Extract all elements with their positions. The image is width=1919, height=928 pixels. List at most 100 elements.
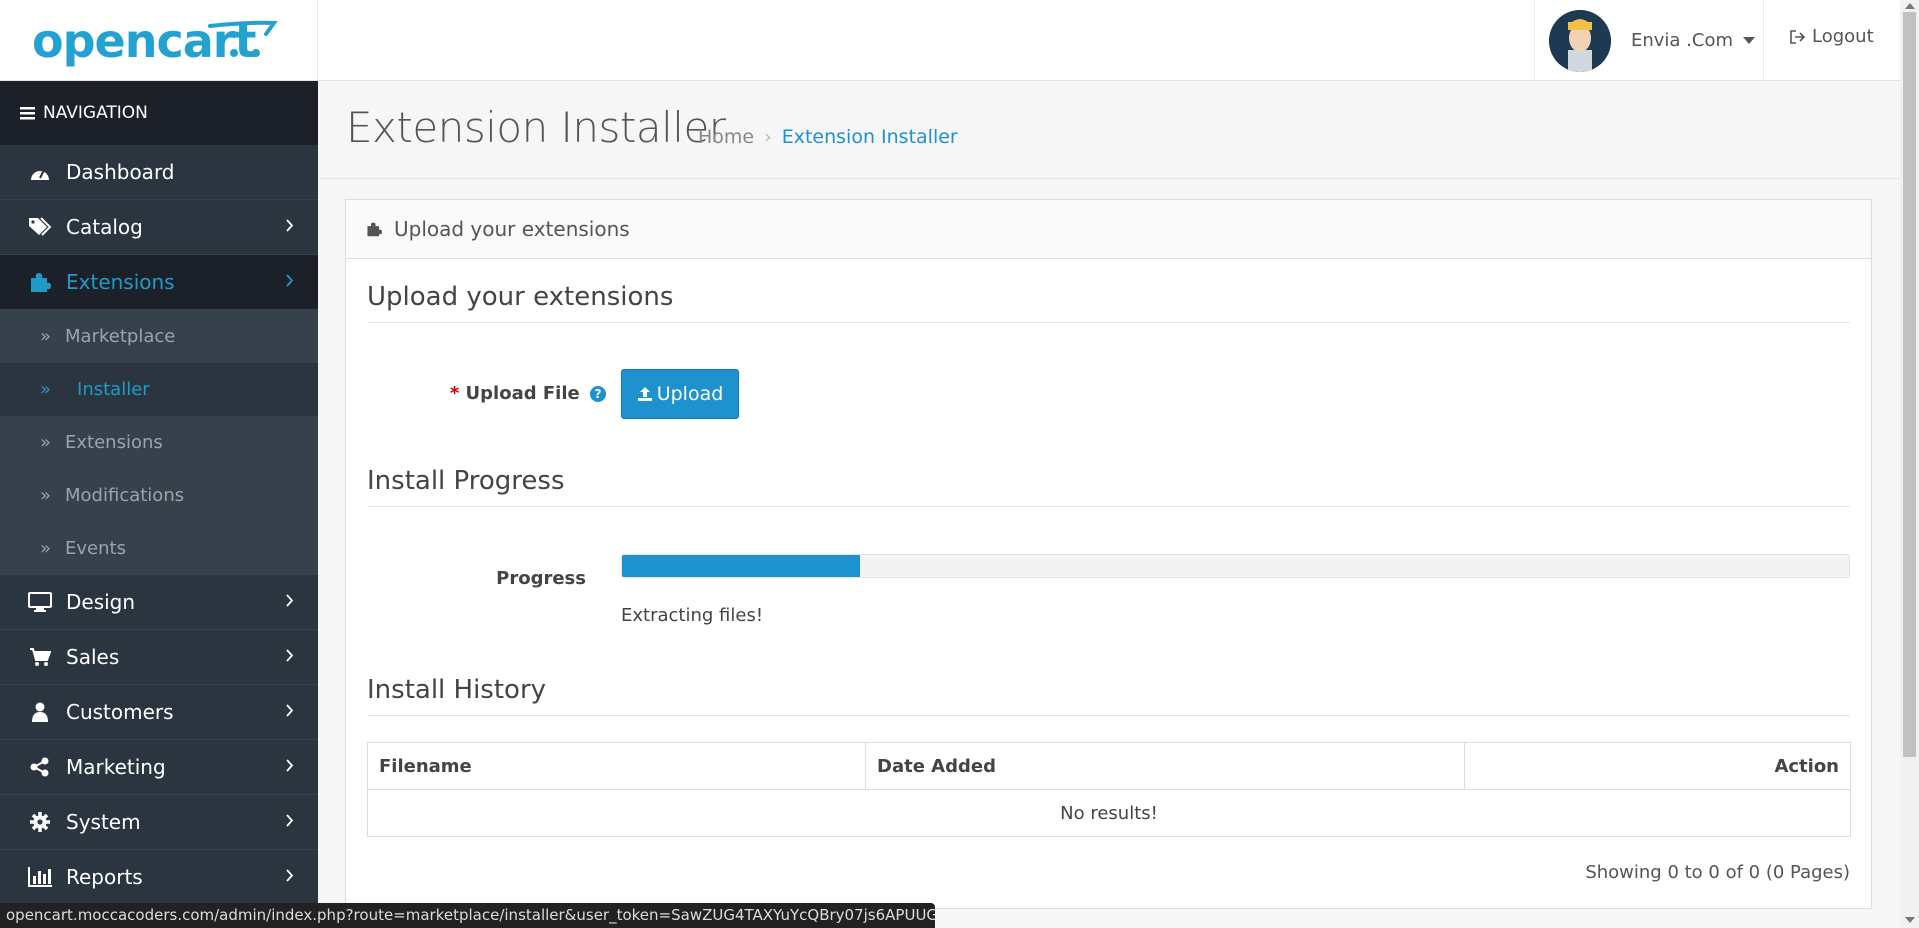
sidebar-subitem-modifications[interactable]: » Modifications — [0, 469, 318, 522]
sidebar-item-label: Design — [66, 590, 136, 614]
angle-double-right-icon: » — [40, 432, 52, 453]
table-row: No results! — [367, 789, 1851, 837]
sidebar-navigation: NAVIGATION Dashboard Catalog Extensions … — [0, 81, 318, 928]
logout-label: Logout — [1812, 26, 1874, 47]
chevron-right-icon — [286, 814, 294, 827]
install-history-table: Filename Date Added Action No results! — [367, 742, 1851, 837]
cart-icon — [26, 647, 54, 667]
page-header: Extension Installer Home › Extension Ins… — [318, 81, 1900, 179]
sidebar-item-label: Marketing — [66, 755, 166, 779]
dashboard-icon — [26, 163, 54, 181]
bars-icon — [20, 106, 35, 119]
chevron-right-icon — [286, 594, 294, 607]
table-header-row: Filename Date Added Action — [367, 742, 1851, 790]
empty-results-cell: No results! — [367, 789, 1851, 837]
page-title: Extension Installer — [346, 103, 726, 152]
sidebar-item-marketing[interactable]: Marketing — [0, 740, 318, 795]
sidebar-subitem-label: Extensions — [65, 432, 163, 453]
user-dropdown[interactable]: Envia .Com — [1534, 0, 1764, 81]
sidebar-item-system[interactable]: System — [0, 795, 318, 850]
progress-bar-track — [621, 554, 1850, 578]
angle-double-right-icon: » — [40, 326, 52, 347]
breadcrumb: Home › Extension Installer — [698, 126, 958, 148]
chevron-right-icon — [286, 759, 294, 772]
tags-icon — [26, 217, 54, 237]
puzzle-icon — [367, 222, 382, 237]
sidebar-subitem-extensions[interactable]: » Extensions — [0, 416, 318, 469]
sidebar-subitem-label: Events — [65, 538, 126, 559]
share-icon — [26, 757, 54, 777]
sidebar-subitem-marketplace[interactable]: » Marketplace — [0, 310, 318, 363]
sidebar-item-dashboard[interactable]: Dashboard — [0, 145, 318, 200]
puzzle-icon — [26, 271, 54, 293]
sidebar-item-label: Dashboard — [66, 160, 175, 184]
browser-status-bar: opencart.moccacoders.com/admin/index.php… — [0, 903, 935, 928]
chevron-down-icon — [1743, 37, 1756, 44]
cart-logo-icon — [208, 20, 278, 57]
scroll-down-arrow-icon[interactable] — [1905, 917, 1915, 923]
page-scrollbar[interactable] — [1900, 0, 1919, 928]
sidebar-item-label: Catalog — [66, 215, 143, 239]
sidebar-subitem-label: Marketplace — [65, 326, 176, 347]
sidebar-subitem-events[interactable]: » Events — [0, 522, 318, 575]
scroll-up-arrow-icon[interactable] — [1905, 3, 1915, 9]
panel-heading: Upload your extensions — [346, 200, 1871, 259]
upload-file-label-text: Upload File — [465, 383, 580, 404]
logout-link[interactable]: Logout — [1790, 26, 1874, 47]
sidebar-item-label: System — [66, 810, 141, 834]
progress-bar-fill — [622, 555, 861, 577]
breadcrumb-separator: › — [764, 126, 772, 148]
sidebar-item-label: Reports — [66, 865, 143, 889]
sidebar-subitem-label: Installer — [77, 379, 150, 400]
history-section-title: Install History — [367, 675, 1850, 716]
bar-chart-icon — [26, 867, 54, 887]
chevron-right-icon — [286, 704, 294, 717]
opencart-logo[interactable]: opencart — [0, 0, 318, 81]
upload-section-title: Upload your extensions — [367, 282, 1850, 323]
progress-section-title: Install Progress — [367, 466, 1850, 507]
column-header-date-added[interactable]: Date Added — [865, 742, 1465, 790]
chevron-right-icon — [286, 649, 294, 662]
sidebar-item-label: Customers — [66, 700, 174, 724]
angle-double-right-icon: » — [40, 538, 52, 559]
chevron-right-icon — [286, 219, 294, 232]
help-icon[interactable]: ? — [590, 386, 606, 402]
column-header-action: Action — [1464, 742, 1851, 790]
nav-heading[interactable]: NAVIGATION — [0, 81, 318, 145]
chevron-right-icon — [286, 869, 294, 882]
sidebar-item-extensions[interactable]: Extensions — [0, 255, 318, 310]
progress-label: Progress — [496, 568, 586, 589]
user-avatar-icon — [1549, 9, 1611, 72]
breadcrumb-home[interactable]: Home — [698, 126, 754, 148]
panel-heading-title: Upload your extensions — [394, 217, 630, 241]
upload-button-label: Upload — [656, 383, 724, 405]
pagination-summary: Showing 0 to 0 of 0 (0 Pages) — [1585, 862, 1850, 883]
nav-heading-label: NAVIGATION — [43, 103, 148, 123]
installer-panel: Upload your extensions Upload your exten… — [345, 199, 1872, 909]
sidebar-item-label: Sales — [66, 645, 120, 669]
sidebar-subitem-installer[interactable]: » Installer — [0, 363, 318, 416]
top-header: opencart Envia .Com Logout — [0, 0, 1900, 81]
breadcrumb-current[interactable]: Extension Installer — [782, 126, 958, 148]
angle-double-right-icon: » — [40, 379, 52, 400]
upload-button[interactable]: Upload — [621, 369, 739, 419]
sidebar-item-customers[interactable]: Customers — [0, 685, 318, 740]
user-icon — [26, 702, 54, 722]
column-header-filename[interactable]: Filename — [367, 742, 866, 790]
gear-icon — [26, 812, 54, 832]
monitor-icon — [26, 592, 54, 612]
sidebar-item-sales[interactable]: Sales — [0, 630, 318, 685]
sidebar-item-label: Extensions — [66, 270, 175, 294]
chevron-right-icon — [286, 274, 294, 287]
required-mark: * — [449, 383, 460, 404]
avatar — [1549, 9, 1611, 72]
sign-out-icon — [1790, 29, 1806, 44]
angle-double-right-icon: » — [40, 485, 52, 506]
scrollbar-thumb[interactable] — [1903, 12, 1916, 757]
sidebar-item-design[interactable]: Design — [0, 575, 318, 630]
user-name: Envia .Com — [1631, 30, 1734, 51]
upload-file-label: * Upload File ? — [436, 383, 606, 404]
sidebar-item-catalog[interactable]: Catalog — [0, 200, 318, 255]
sidebar-item-reports[interactable]: Reports — [0, 850, 318, 905]
sidebar-subitem-label: Modifications — [65, 485, 185, 506]
